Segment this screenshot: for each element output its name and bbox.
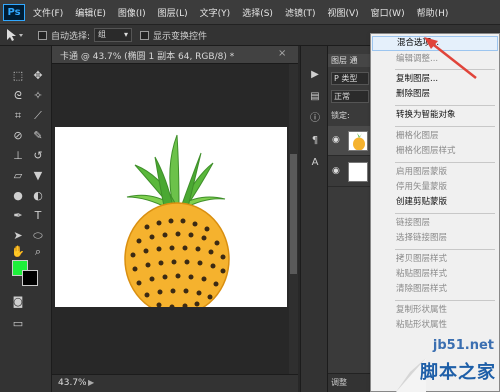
status-info-arrow-icon[interactable]: ▶ (88, 378, 94, 387)
menu-item-enable-layer-mask[interactable]: 启用图层蒙版 (372, 165, 498, 180)
path-select-icon[interactable]: ➤ (10, 228, 26, 244)
info-panel-icon[interactable]: ⓘ (307, 112, 323, 126)
menu-item-rasterize-layer-style[interactable]: 栅格化图层样式 (372, 144, 498, 159)
menu-separator (395, 105, 495, 106)
menu-item-create-clipping-mask[interactable]: 创建剪贴蒙版 (372, 195, 498, 210)
auto-select-label: 自动选择: (51, 31, 91, 42)
menu-file[interactable]: 文件(F) (33, 6, 63, 19)
menu-item-paste-layer-style[interactable]: 粘贴图层样式 (372, 267, 498, 282)
menu-edit[interactable]: 编辑(E) (75, 6, 106, 19)
blur-tool-icon[interactable]: ● (10, 188, 26, 204)
menu-item-convert-smart-object[interactable]: 转换为智能对象 (372, 108, 498, 123)
menu-view[interactable]: 视图(V) (327, 6, 358, 19)
menu-item-select-linked-layers[interactable]: 选择链接图层 (372, 231, 498, 246)
menu-item-link-layers[interactable]: 链接图层 (372, 216, 498, 231)
canvas-area[interactable] (52, 64, 289, 374)
brush-tool-icon[interactable]: ✎ (30, 128, 46, 144)
pen-tool-icon[interactable]: ✒ (10, 208, 26, 224)
history-panel-icon[interactable]: ▤ (307, 90, 323, 104)
photoshop-logo: Ps (3, 3, 25, 21)
text-tool-icon[interactable]: T (30, 208, 46, 224)
layers-tab[interactable]: 图层 通 (328, 54, 370, 67)
background-color-swatch[interactable] (22, 270, 38, 286)
menu-bar: Ps 文件(F) 编辑(E) 图像(I) 图层(L) 文字(Y) 选择(S) 滤… (0, 0, 500, 24)
layers-filter-select[interactable]: P 类型 (331, 72, 369, 85)
lasso-tool-icon[interactable]: ᘓ (10, 88, 26, 104)
status-bar: 43.7% ▶ (52, 374, 298, 392)
menu-select[interactable]: 选择(S) (242, 6, 273, 19)
menu-layer[interactable]: 图层(L) (158, 6, 188, 19)
watermark-site: jb51.net (432, 338, 494, 353)
marquee-tool-icon[interactable]: ⬚ (10, 68, 26, 84)
watermark-name: 脚本之家 (420, 362, 496, 383)
menu-item-clear-layer-style[interactable]: 清除图层样式 (372, 282, 498, 297)
layer-row[interactable]: ◉ (328, 157, 370, 187)
menu-item-delete-layer[interactable]: 删除图层 (372, 87, 498, 102)
layers-panel: 图层 通 P 类型 正常 锁定: ◉ ◉ 调整 (328, 46, 370, 392)
menu-item-rasterize-layer[interactable]: 栅格化图层 (372, 129, 498, 144)
scrollbar-thumb[interactable] (290, 154, 297, 274)
panel-dock-strip: ▶ ▤ ⓘ ¶ A (300, 46, 328, 392)
paragraph-panel-icon[interactable]: ¶ (307, 134, 323, 148)
magic-wand-icon[interactable]: ✧ (30, 88, 46, 104)
close-icon[interactable]: × (278, 48, 286, 59)
eye-icon[interactable]: ◉ (332, 135, 340, 145)
layer-thumbnail (348, 162, 368, 182)
screen-mode-icon[interactable]: ▭ (10, 316, 26, 332)
menu-separator (395, 300, 495, 301)
site-watermark: jb51.net 脚本之家 (396, 338, 500, 392)
menu-item-copy-shape-attributes[interactable]: 复制形状属性 (372, 303, 498, 318)
layer-thumbnail (348, 131, 368, 151)
paint-bucket-icon[interactable]: ▼ (30, 168, 46, 184)
history-brush-icon[interactable]: ↺ (30, 148, 46, 164)
layer-row[interactable]: ◉ (328, 126, 370, 156)
layers-lock-label: 锁定: (331, 111, 350, 120)
quick-mask-icon[interactable]: ◙ (10, 294, 26, 310)
zoom-level[interactable]: 43.7% (58, 378, 87, 388)
eraser-icon[interactable]: ▱ (10, 168, 26, 184)
menu-item-paste-shape-attributes[interactable]: 粘贴形状属性 (372, 318, 498, 333)
tools-panel: ⬚ ✥ ᘓ ✧ ⌗ ⟋ ⊘ ✎ ⊥ ↺ ▱ ▼ ● ◐ ✒ T ➤ ⬭ ✋ ⌕ … (0, 46, 52, 392)
adjustments-tab[interactable]: 调整 (328, 373, 370, 392)
menu-item-copy-layer-style[interactable]: 拷贝图层样式 (372, 252, 498, 267)
play-actions-icon[interactable]: ▶ (307, 68, 323, 82)
eyedropper-icon[interactable]: ⟋ (30, 108, 46, 124)
annotation-arrow-icon (424, 37, 477, 79)
show-transform-checkbox[interactable] (140, 30, 150, 40)
pineapple-illustration (124, 134, 230, 316)
menu-separator (395, 249, 495, 250)
menu-type[interactable]: 文字(Y) (200, 6, 231, 19)
move-tool-icon[interactable]: ✥ (30, 68, 46, 84)
hand-tool-icon[interactable]: ✋ (10, 244, 26, 260)
ellipse-tool-icon[interactable]: ⬭ (30, 228, 46, 244)
auto-select-checkbox[interactable] (38, 30, 47, 40)
document-title: 卡通 @ 43.7% (椭圆 1 副本 64, RGB/8) * (60, 52, 235, 62)
auto-select-dropdown[interactable]: 组 (94, 28, 133, 42)
dodge-tool-icon[interactable]: ◐ (30, 188, 46, 204)
menu-item-disable-vector-mask[interactable]: 停用矢量蒙版 (372, 180, 498, 195)
eye-icon[interactable]: ◉ (332, 166, 340, 176)
menu-filter[interactable]: 滤镜(T) (285, 6, 316, 19)
menu-separator (395, 126, 495, 127)
healing-brush-icon[interactable]: ⊘ (10, 128, 26, 144)
document-tab[interactable]: 卡通 @ 43.7% (椭圆 1 副本 64, RGB/8) * × (52, 46, 298, 64)
menu-separator (395, 213, 495, 214)
blend-mode-select[interactable]: 正常 (331, 90, 369, 103)
menu-separator (395, 162, 495, 163)
character-panel-icon[interactable]: A (307, 156, 323, 170)
clone-stamp-icon[interactable]: ⊥ (10, 148, 26, 164)
menu-help[interactable]: 帮助(H) (417, 6, 449, 19)
crop-tool-icon[interactable]: ⌗ (10, 108, 26, 124)
zoom-tool-icon[interactable]: ⌕ (30, 244, 46, 260)
menu-image[interactable]: 图像(I) (118, 6, 146, 19)
document-canvas[interactable] (55, 127, 287, 316)
menu-window[interactable]: 窗口(W) (371, 6, 405, 19)
vertical-scrollbar[interactable] (289, 64, 298, 374)
move-tool-icon[interactable] (4, 27, 30, 43)
show-transform-label: 显示变换控件 (153, 31, 208, 42)
